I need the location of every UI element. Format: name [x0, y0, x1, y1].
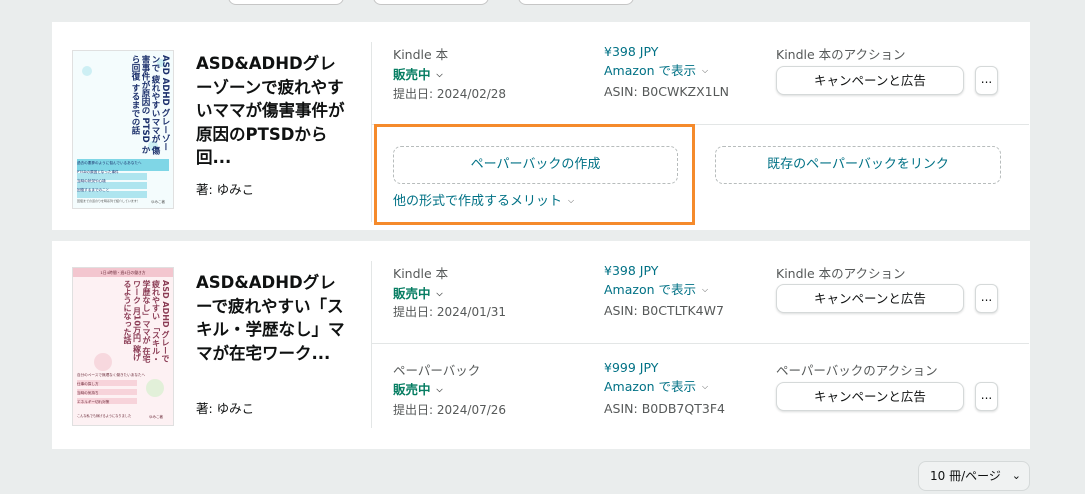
- book-cover-2-line-5: 月10万円: [132, 306, 142, 342]
- book-cover-1-line-0: ASD: [160, 55, 170, 75]
- format-label: Kindle 本: [393, 266, 449, 281]
- book-cover-1-line-3: 疲れやすいママが: [150, 74, 160, 143]
- asin: ASIN: B0CTLTK4W7: [604, 303, 724, 318]
- divider: [372, 343, 1029, 344]
- chevron-down-icon: ⌵: [702, 382, 709, 391]
- book-cover-1[interactable]: ASD ADHD グレーゾーンで 疲れやすいママが 傷害事件が原因の PTSD …: [72, 50, 174, 209]
- chevron-down-icon: ⌵: [436, 289, 443, 298]
- chevron-down-icon: ⌵: [436, 385, 443, 394]
- asin: ASIN: B0CWKZX1LN: [604, 84, 729, 99]
- book-cover-2-badge: 1日4時間・週4日の働き方: [100, 270, 146, 275]
- book-cover-1-sub-0: 過去の悪夢のように悩んでいるあなたへ: [77, 161, 142, 165]
- book-cover-1-line-5: PTSD: [140, 117, 150, 143]
- top-button-1[interactable]: [228, 0, 344, 5]
- book-cover-1-sub-3: 回復するまでのこと: [77, 188, 110, 192]
- book-title-1[interactable]: ASD&ADHDグレーゾーンで疲れやすいママが傷害事件が原因のPTSDから回..…: [196, 52, 346, 170]
- book-cover-2-sub-2: 当時の気持ち: [77, 391, 99, 395]
- book-cover-2[interactable]: 1日4時間・週4日の働き方 ASD ADHD グレーで疲れやすい 「スキル・学歴…: [72, 267, 174, 426]
- book-cover-1-footer: 回復までの道のりを時系列で紹介しています！: [77, 199, 140, 203]
- campaign-ads-button[interactable]: キャンペーンと広告: [776, 66, 964, 95]
- chevron-down-icon: ⌵: [436, 70, 443, 79]
- chevron-down-icon: ⌵: [702, 285, 709, 294]
- status-text: 販売中: [393, 382, 431, 397]
- chevron-down-icon: ⌄: [1011, 469, 1021, 482]
- more-actions-button[interactable]: ...: [975, 66, 998, 95]
- book-cover-1-sub-1: PTSDの原因となった事件: [77, 170, 119, 174]
- divider: [371, 261, 372, 428]
- action-label: ペーパーバックのアクション: [776, 363, 938, 378]
- book-author-1: 著: ゆみこ: [196, 182, 255, 197]
- price: ¥999 JPY: [604, 360, 659, 375]
- status-dropdown[interactable]: 販売中 ⌵: [393, 283, 443, 302]
- book-cover-2-author: ゆみこ著: [149, 415, 163, 419]
- action-label: Kindle 本のアクション: [776, 266, 906, 281]
- amazon-view-dropdown[interactable]: Amazon で表示 ⌵: [604, 279, 708, 298]
- book-cover-2-sub-1: 仕事の探し方: [77, 382, 99, 386]
- status-dropdown[interactable]: 販売中 ⌵: [393, 379, 443, 398]
- status-dropdown[interactable]: 販売中 ⌵: [393, 64, 443, 83]
- highlight-box: [374, 124, 695, 225]
- book-cover-1-line-1: ADHD: [160, 77, 170, 106]
- price: ¥398 JPY: [604, 263, 659, 278]
- more-actions-button[interactable]: ...: [975, 382, 998, 411]
- asin: ASIN: B0DB7QT3F4: [604, 401, 725, 416]
- link-paperback-button[interactable]: 既存のペーパーバックをリンク: [715, 146, 1001, 184]
- top-button-2[interactable]: [373, 0, 489, 5]
- per-page-text: 10 冊/ページ: [930, 469, 1001, 483]
- book-title-2[interactable]: ASD&ADHDグレーで疲れやすい「スキル・学歴なし」ママが在宅ワーク...: [196, 271, 346, 365]
- format-label: Kindle 本: [393, 47, 449, 62]
- submit-date: 提出日: 2024/01/31: [393, 305, 507, 319]
- amazon-view-text: Amazon で表示: [604, 282, 696, 297]
- book-cover-2-line-1: ADHD: [161, 301, 170, 328]
- price: ¥398 JPY: [604, 44, 659, 59]
- chevron-down-icon: ⌵: [702, 66, 709, 75]
- submit-date: 提出日: 2024/02/28: [393, 87, 507, 101]
- book-author-2: 著: ゆみこ: [196, 401, 255, 416]
- status-text: 販売中: [393, 67, 431, 82]
- book-cover-1-author: ゆみこ著: [151, 200, 165, 204]
- book-cover-1-line-7: するまでの話: [130, 83, 140, 135]
- amazon-view-dropdown[interactable]: Amazon で表示 ⌵: [604, 60, 708, 79]
- submit-date: 提出日: 2024/07/26: [393, 403, 507, 417]
- amazon-view-text: Amazon で表示: [604, 379, 696, 394]
- book-cover-2-sub-0: 自分のペースで無理なく働きたいあなたへ: [77, 373, 146, 377]
- per-page-select[interactable]: 10 冊/ページ ⌄: [918, 461, 1030, 491]
- divider: [371, 42, 372, 222]
- amazon-view-text: Amazon で表示: [604, 63, 696, 78]
- book-cover-2-sub-3: エネルギー切れ対策: [77, 400, 110, 404]
- action-label: Kindle 本のアクション: [776, 47, 906, 62]
- format-label: ペーパーバック: [393, 363, 481, 378]
- campaign-ads-button[interactable]: キャンペーンと広告: [776, 382, 964, 411]
- book-cover-1-sub-2: 当時の状況や心境: [77, 179, 106, 183]
- book-cover-2-line-0: ASD: [161, 280, 170, 299]
- book-cover-2-footer: こんな私でも稼げるようになりました: [77, 414, 132, 418]
- top-button-3[interactable]: [518, 0, 634, 5]
- book-card-2: 1日4時間・週4日の働き方 ASD ADHD グレーで疲れやすい 「スキル・学歴…: [52, 241, 1030, 449]
- campaign-ads-button[interactable]: キャンペーンと広告: [776, 284, 964, 313]
- more-actions-button[interactable]: ...: [975, 284, 998, 313]
- amazon-view-dropdown[interactable]: Amazon で表示 ⌵: [604, 376, 708, 395]
- status-text: 販売中: [393, 286, 431, 301]
